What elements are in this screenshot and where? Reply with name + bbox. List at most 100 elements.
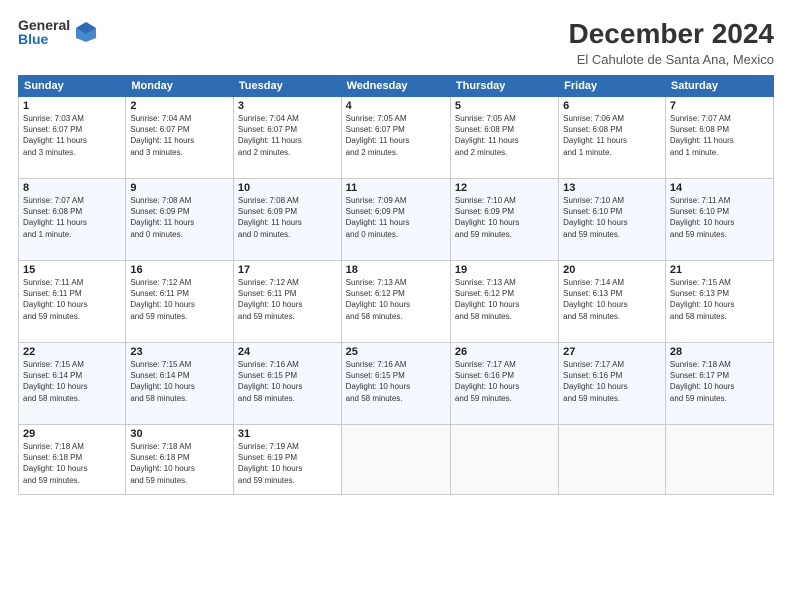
day-info: Sunrise: 7:18 AM Sunset: 6:18 PM Dayligh…: [130, 441, 229, 486]
day-number: 29: [23, 428, 121, 440]
table-row: 14Sunrise: 7:11 AM Sunset: 6:10 PM Dayli…: [665, 179, 773, 261]
day-number: 25: [346, 346, 446, 358]
day-info: Sunrise: 7:10 AM Sunset: 6:09 PM Dayligh…: [455, 195, 554, 240]
table-row: [665, 425, 773, 495]
day-info: Sunrise: 7:15 AM Sunset: 6:13 PM Dayligh…: [670, 277, 769, 322]
day-number: 10: [238, 182, 337, 194]
table-row: 12Sunrise: 7:10 AM Sunset: 6:09 PM Dayli…: [450, 179, 558, 261]
day-info: Sunrise: 7:18 AM Sunset: 6:17 PM Dayligh…: [670, 359, 769, 404]
table-row: 22Sunrise: 7:15 AM Sunset: 6:14 PM Dayli…: [19, 343, 126, 425]
day-info: Sunrise: 7:06 AM Sunset: 6:08 PM Dayligh…: [563, 113, 661, 158]
table-row: 23Sunrise: 7:15 AM Sunset: 6:14 PM Dayli…: [126, 343, 234, 425]
table-row: 24Sunrise: 7:16 AM Sunset: 6:15 PM Dayli…: [233, 343, 341, 425]
day-number: 12: [455, 182, 554, 194]
day-info: Sunrise: 7:08 AM Sunset: 6:09 PM Dayligh…: [238, 195, 337, 240]
day-info: Sunrise: 7:04 AM Sunset: 6:07 PM Dayligh…: [130, 113, 229, 158]
day-number: 4: [346, 100, 446, 112]
day-number: 2: [130, 100, 229, 112]
day-number: 8: [23, 182, 121, 194]
day-number: 17: [238, 264, 337, 276]
table-row: 8Sunrise: 7:07 AM Sunset: 6:08 PM Daylig…: [19, 179, 126, 261]
day-number: 13: [563, 182, 661, 194]
day-info: Sunrise: 7:15 AM Sunset: 6:14 PM Dayligh…: [130, 359, 229, 404]
table-row: 7Sunrise: 7:07 AM Sunset: 6:08 PM Daylig…: [665, 97, 773, 179]
table-row: 31Sunrise: 7:19 AM Sunset: 6:19 PM Dayli…: [233, 425, 341, 495]
day-number: 3: [238, 100, 337, 112]
table-row: 13Sunrise: 7:10 AM Sunset: 6:10 PM Dayli…: [559, 179, 666, 261]
day-info: Sunrise: 7:09 AM Sunset: 6:09 PM Dayligh…: [346, 195, 446, 240]
table-row: 28Sunrise: 7:18 AM Sunset: 6:17 PM Dayli…: [665, 343, 773, 425]
logo-general-text: General: [18, 18, 70, 32]
day-number: 22: [23, 346, 121, 358]
day-number: 6: [563, 100, 661, 112]
header: General Blue December 2024 El Cahulote d…: [18, 18, 774, 67]
table-row: [450, 425, 558, 495]
table-row: 4Sunrise: 7:05 AM Sunset: 6:07 PM Daylig…: [341, 97, 450, 179]
day-info: Sunrise: 7:05 AM Sunset: 6:07 PM Dayligh…: [346, 113, 446, 158]
table-row: 27Sunrise: 7:17 AM Sunset: 6:16 PM Dayli…: [559, 343, 666, 425]
table-row: 11Sunrise: 7:09 AM Sunset: 6:09 PM Dayli…: [341, 179, 450, 261]
day-number: 1: [23, 100, 121, 112]
page: General Blue December 2024 El Cahulote d…: [0, 0, 792, 612]
title-block: December 2024 El Cahulote de Santa Ana, …: [569, 18, 774, 67]
day-info: Sunrise: 7:17 AM Sunset: 6:16 PM Dayligh…: [455, 359, 554, 404]
day-info: Sunrise: 7:12 AM Sunset: 6:11 PM Dayligh…: [130, 277, 229, 322]
day-info: Sunrise: 7:07 AM Sunset: 6:08 PM Dayligh…: [23, 195, 121, 240]
day-number: 26: [455, 346, 554, 358]
day-info: Sunrise: 7:08 AM Sunset: 6:09 PM Dayligh…: [130, 195, 229, 240]
table-row: [559, 425, 666, 495]
table-row: 15Sunrise: 7:11 AM Sunset: 6:11 PM Dayli…: [19, 261, 126, 343]
table-row: 6Sunrise: 7:06 AM Sunset: 6:08 PM Daylig…: [559, 97, 666, 179]
col-wednesday: Wednesday: [341, 76, 450, 97]
table-row: 25Sunrise: 7:16 AM Sunset: 6:15 PM Dayli…: [341, 343, 450, 425]
day-number: 28: [670, 346, 769, 358]
day-number: 31: [238, 428, 337, 440]
day-number: 18: [346, 264, 446, 276]
table-row: 18Sunrise: 7:13 AM Sunset: 6:12 PM Dayli…: [341, 261, 450, 343]
day-info: Sunrise: 7:10 AM Sunset: 6:10 PM Dayligh…: [563, 195, 661, 240]
day-info: Sunrise: 7:11 AM Sunset: 6:10 PM Dayligh…: [670, 195, 769, 240]
table-row: 19Sunrise: 7:13 AM Sunset: 6:12 PM Dayli…: [450, 261, 558, 343]
table-row: 3Sunrise: 7:04 AM Sunset: 6:07 PM Daylig…: [233, 97, 341, 179]
day-number: 23: [130, 346, 229, 358]
calendar-header-row: Sunday Monday Tuesday Wednesday Thursday…: [19, 76, 774, 97]
day-number: 5: [455, 100, 554, 112]
table-row: 21Sunrise: 7:15 AM Sunset: 6:13 PM Dayli…: [665, 261, 773, 343]
table-row: 1Sunrise: 7:03 AM Sunset: 6:07 PM Daylig…: [19, 97, 126, 179]
col-tuesday: Tuesday: [233, 76, 341, 97]
day-number: 21: [670, 264, 769, 276]
day-number: 20: [563, 264, 661, 276]
day-info: Sunrise: 7:16 AM Sunset: 6:15 PM Dayligh…: [346, 359, 446, 404]
col-friday: Friday: [559, 76, 666, 97]
col-sunday: Sunday: [19, 76, 126, 97]
day-number: 15: [23, 264, 121, 276]
day-number: 7: [670, 100, 769, 112]
day-number: 14: [670, 182, 769, 194]
logo: General Blue: [18, 18, 98, 46]
day-info: Sunrise: 7:11 AM Sunset: 6:11 PM Dayligh…: [23, 277, 121, 322]
col-thursday: Thursday: [450, 76, 558, 97]
table-row: 2Sunrise: 7:04 AM Sunset: 6:07 PM Daylig…: [126, 97, 234, 179]
location: El Cahulote de Santa Ana, Mexico: [569, 52, 774, 67]
day-info: Sunrise: 7:15 AM Sunset: 6:14 PM Dayligh…: [23, 359, 121, 404]
day-info: Sunrise: 7:16 AM Sunset: 6:15 PM Dayligh…: [238, 359, 337, 404]
logo-icon: [74, 20, 98, 44]
day-info: Sunrise: 7:05 AM Sunset: 6:08 PM Dayligh…: [455, 113, 554, 158]
day-info: Sunrise: 7:17 AM Sunset: 6:16 PM Dayligh…: [563, 359, 661, 404]
day-info: Sunrise: 7:19 AM Sunset: 6:19 PM Dayligh…: [238, 441, 337, 486]
day-info: Sunrise: 7:14 AM Sunset: 6:13 PM Dayligh…: [563, 277, 661, 322]
table-row: 30Sunrise: 7:18 AM Sunset: 6:18 PM Dayli…: [126, 425, 234, 495]
day-number: 19: [455, 264, 554, 276]
day-number: 9: [130, 182, 229, 194]
table-row: 5Sunrise: 7:05 AM Sunset: 6:08 PM Daylig…: [450, 97, 558, 179]
day-info: Sunrise: 7:03 AM Sunset: 6:07 PM Dayligh…: [23, 113, 121, 158]
table-row: 10Sunrise: 7:08 AM Sunset: 6:09 PM Dayli…: [233, 179, 341, 261]
day-number: 24: [238, 346, 337, 358]
day-info: Sunrise: 7:13 AM Sunset: 6:12 PM Dayligh…: [455, 277, 554, 322]
table-row: 20Sunrise: 7:14 AM Sunset: 6:13 PM Dayli…: [559, 261, 666, 343]
day-number: 16: [130, 264, 229, 276]
day-number: 11: [346, 182, 446, 194]
day-info: Sunrise: 7:12 AM Sunset: 6:11 PM Dayligh…: [238, 277, 337, 322]
table-row: [341, 425, 450, 495]
day-number: 30: [130, 428, 229, 440]
